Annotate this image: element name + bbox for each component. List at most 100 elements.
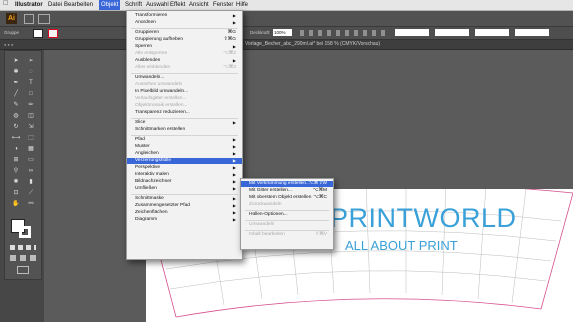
menu-item-interaktiv-malen[interactable]: Interaktiv malen ▶ (127, 172, 242, 178)
menu-item-shortcut: ⌥⌘⇧W (308, 181, 327, 186)
blend-tool-icon[interactable]: ∞ (24, 167, 38, 176)
submenu-arrow-icon: ▶ (232, 58, 236, 63)
menu-item-bildnachzeichner[interactable]: Bildnachzeichner ▶ (127, 179, 242, 185)
menu-bearbeiten[interactable]: Bearbeiten (64, 1, 93, 9)
menu-item-mit-gitter-erstellen[interactable]: Mit Gitter erstellen... ⌥⌘M (241, 188, 333, 194)
menu-effekt[interactable]: Effekt (170, 1, 185, 9)
menu-item-pfad[interactable]: Pfad ▶ (127, 137, 242, 143)
zoom-tool-icon[interactable]: ⚯ (24, 200, 38, 209)
window-controls[interactable]: ● ● ● (4, 42, 13, 47)
menu-item-inhalt-bearbeiten: Inhalt bearbeiten ⇧⌘V (241, 232, 333, 238)
bridge-icon[interactable] (24, 14, 34, 24)
menu-item-anordnen[interactable]: Anordnen ▶ (127, 20, 242, 26)
gradient-tool-icon[interactable]: ▭ (24, 156, 38, 165)
menu-item-muster[interactable]: Muster ▶ (127, 144, 242, 150)
direct-selection-tool-icon[interactable]: ➢ (24, 57, 38, 66)
submenu-arrow-icon: ▶ (232, 186, 236, 191)
menu-item-hullen-optionen[interactable]: Hüllen-Optionen... (241, 212, 333, 218)
workspace-icon[interactable] (38, 14, 50, 24)
menu-item-slice[interactable]: Slice ▶ (127, 120, 242, 126)
mesh-tool-icon[interactable]: ⊞ (9, 156, 23, 165)
stroke-color-icon[interactable] (19, 226, 31, 238)
menu-schrift[interactable]: Schrift (125, 1, 142, 9)
menu-item-label: Bildnachzeichner (135, 179, 172, 184)
slice-tool-icon[interactable]: ⟋ (24, 189, 38, 198)
w-field[interactable] (475, 29, 509, 36)
lasso-tool-icon[interactable]: ◌ (24, 68, 38, 77)
perspective-grid-tool-icon[interactable]: ▦ (24, 145, 38, 154)
apple-menu-icon[interactable]:  (3, 0, 8, 8)
menu-item-perspektive[interactable]: Perspektive ▶ (127, 165, 242, 171)
rotate-tool-icon[interactable]: ↻ (9, 123, 23, 132)
pencil-tool-icon[interactable]: ✏ (24, 101, 38, 110)
magic-wand-tool-icon[interactable]: ✱ (9, 68, 23, 77)
drawing-modes-icon[interactable] (10, 255, 36, 261)
document-tab-title[interactable]: Vorlage_Becher_abc_290ml.ai* bei 158 % (… (245, 41, 380, 47)
menu-item-mit-oberstem-objekt-erstellen[interactable]: Mit oberstem Objekt erstellen ⌥⌘C (241, 195, 333, 201)
menu-datei[interactable]: Datei (48, 1, 62, 9)
scale-tool-icon[interactable]: ⇲ (24, 123, 38, 132)
menu-item-transparenz-reduzieren[interactable]: Transparenz reduzieren... (127, 110, 242, 116)
menu-hilfe[interactable]: Hilfe (236, 1, 248, 9)
menu-item-umflie-en[interactable]: Umfließen ▶ (127, 186, 242, 192)
menu-item-verzerrungshulle[interactable]: Verzerrungshülle ▶ (127, 158, 242, 164)
menu-item-gruppieren[interactable]: Gruppieren ⌘G (127, 30, 242, 36)
selection-tool-icon[interactable]: ➤ (9, 57, 23, 66)
free-transform-tool-icon[interactable]: ⬚ (24, 134, 38, 143)
column-graph-tool-icon[interactable]: ▮ (24, 178, 38, 187)
fill-swatch[interactable] (33, 29, 43, 38)
submenu-arrow-icon: ▶ (232, 151, 236, 156)
symbol-sprayer-tool-icon[interactable]: ✺ (9, 178, 23, 187)
menu-item-umwandeln[interactable]: Umwandeln... (127, 75, 242, 81)
eraser-tool-icon[interactable]: ◫ (24, 112, 38, 121)
menu-item-schnittmaske[interactable]: Schnittmaske ▶ (127, 196, 242, 202)
menu-item-angleichen[interactable]: Angleichen ▶ (127, 151, 242, 157)
menu-auswahl[interactable]: Auswahl (146, 1, 169, 9)
line-tool-icon[interactable]: ╱ (9, 90, 23, 99)
menu-item-ausblenden[interactable]: Ausblenden ▶ (127, 58, 242, 64)
hand-tool-icon[interactable]: ✋ (9, 200, 23, 209)
menu-item-schnittmarken-erstellen[interactable]: Schnittmarken erstellen (127, 127, 242, 133)
screen-mode-icon[interactable] (17, 266, 29, 274)
menu-separator (131, 118, 238, 119)
align-icons[interactable] (300, 30, 390, 36)
submenu-arrow-icon: ▶ (232, 196, 236, 201)
y-field[interactable] (435, 29, 469, 36)
menu-item-label: Transparenz reduzieren... (135, 110, 190, 115)
eyedropper-tool-icon[interactable]: ⚲ (9, 167, 23, 176)
menu-item-zusammengesetzter-pfad[interactable]: Zusammengesetzter Pfad ▶ (127, 203, 242, 209)
menu-separator (131, 194, 238, 195)
menu-illustrator[interactable]: Illustrator (15, 1, 43, 9)
width-tool-icon[interactable]: ⟷ (9, 134, 23, 143)
deckkraft-field[interactable]: 100% (273, 29, 292, 36)
pen-tool-icon[interactable]: ✒ (9, 79, 23, 88)
rectangle-tool-icon[interactable]: □ (24, 90, 38, 99)
menu-item-transformieren[interactable]: Transformieren ▶ (127, 13, 242, 19)
blob-brush-tool-icon[interactable]: ◍ (9, 112, 23, 121)
x-field[interactable] (395, 29, 429, 36)
menu-separator (245, 230, 329, 231)
menu-item-zeichenflachen[interactable]: Zeichenflächen ▶ (127, 210, 242, 216)
menu-item-label: Transformieren (135, 13, 168, 18)
menu-item-mit-verkrummung-erstellen[interactable]: Mit Verkrümmung erstellen... ⌥⌘⇧W (241, 181, 333, 187)
menu-objekt[interactable]: Objekt (99, 0, 121, 10)
h-field[interactable] (515, 29, 549, 36)
menu-item-gruppierung-aufheben[interactable]: Gruppierung aufheben ⇧⌘G (127, 37, 242, 43)
menu-item-sperren[interactable]: Sperren ▶ (127, 44, 242, 50)
menu-item-verlaufsgitter-erstellen: Verlaufsgitter erstellen... (127, 96, 242, 102)
menu-item-in-pixelbild-umwandeln[interactable]: In Pixelbild umwandeln... (127, 89, 242, 95)
stroke-swatch[interactable] (48, 29, 58, 38)
shape-builder-tool-icon[interactable]: ◑ (9, 145, 23, 154)
menu-ansicht[interactable]: Ansicht (189, 1, 209, 9)
artwork-main-text: PRINTWORLD (330, 203, 517, 233)
swap-colors-icon[interactable] (10, 245, 36, 250)
menu-item-label: Umfließen (135, 186, 157, 191)
menu-item-label: Hüllen-Optionen... (249, 212, 288, 217)
paintbrush-tool-icon[interactable]: ✎ (9, 101, 23, 110)
menu-item-diagramm[interactable]: Diagramm ▶ (127, 217, 242, 223)
menu-fenster[interactable]: Fenster (213, 1, 233, 9)
type-tool-icon[interactable]: T (24, 79, 38, 88)
menu-item-label: Muster (135, 144, 150, 149)
submenu-arrow-icon: ▶ (232, 13, 236, 18)
artboard-tool-icon[interactable]: ⊡ (9, 189, 23, 198)
